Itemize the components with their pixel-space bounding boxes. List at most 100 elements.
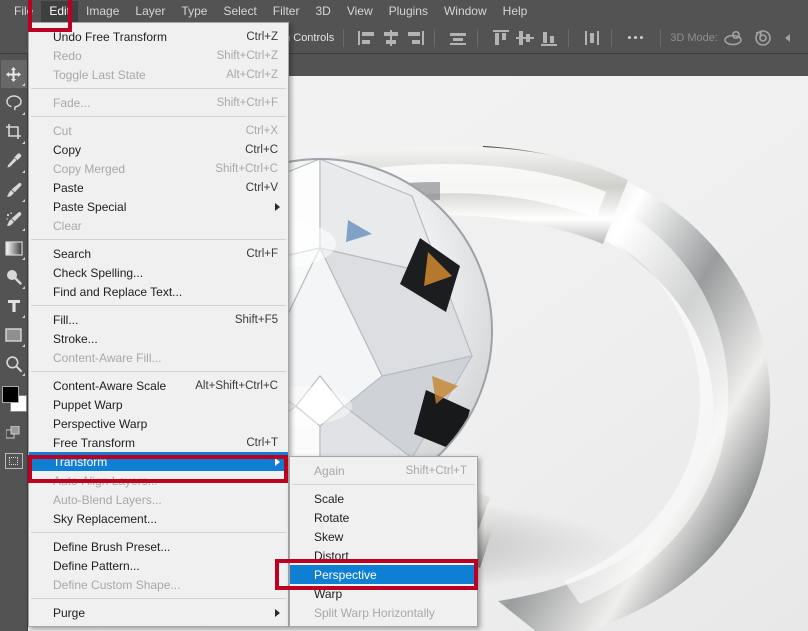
transform-item-again: Again Shift+Ctrl+T — [290, 461, 477, 480]
tool-corner-indicator — [21, 286, 25, 289]
menu-item-shortcut: Ctrl+T — [246, 436, 278, 449]
align-horizontal-centers-icon[interactable] — [381, 29, 399, 47]
align-right-edges-icon[interactable] — [405, 29, 425, 47]
edit-dropdown-menu[interactable]: Undo Free Transform Ctrl+Z Redo Shift+Ctrl+… — [28, 22, 289, 627]
type-tool[interactable] — [1, 292, 27, 320]
align-bottom-edges-icon[interactable] — [539, 29, 557, 47]
edit-menu-item-check-spelling[interactable]: Check Spelling... — [29, 263, 288, 282]
transform-item-rotate[interactable]: Rotate — [290, 508, 477, 527]
menu-divider — [31, 239, 286, 240]
edit-menu-item-define-brush-preset[interactable]: Define Brush Preset... — [29, 537, 288, 556]
menu-divider — [31, 598, 286, 599]
menu-image[interactable]: Image — [78, 1, 127, 22]
quick-mask-icon[interactable] — [1, 450, 27, 472]
edit-menu-item-define-custom-shape: Define Custom Shape... — [29, 575, 288, 594]
menu-item-label: Search — [53, 246, 92, 261]
lasso-tool[interactable] — [1, 89, 27, 117]
transform-item-skew[interactable]: Skew — [290, 527, 477, 546]
distribute-vertically-icon[interactable] — [582, 29, 599, 47]
transform-item-perspective[interactable]: Perspective — [290, 565, 477, 584]
tool-corner-indicator — [21, 228, 25, 231]
edit-menu-item-stroke[interactable]: Stroke... — [29, 329, 288, 348]
menu-3d[interactable]: 3D — [307, 1, 338, 22]
menu-item-shortcut: Alt+Ctrl+Z — [226, 68, 278, 81]
menu-bar[interactable]: File Edit Image Layer Type Select Filter… — [0, 0, 808, 22]
edit-menu-item-fill[interactable]: Fill... Shift+F5 — [29, 310, 288, 329]
edit-menu-item-free-transform[interactable]: Free Transform Ctrl+T — [29, 433, 288, 452]
edit-menu-item-purge[interactable]: Purge — [29, 603, 288, 622]
distribute-horizontally-icon[interactable] — [448, 29, 466, 47]
menu-item-label: Find and Replace Text... — [53, 284, 183, 299]
edit-menu-item-paste-special[interactable]: Paste Special — [29, 197, 288, 216]
edit-menu-item-paste[interactable]: Paste Ctrl+V — [29, 178, 288, 197]
tool-corner-indicator — [21, 83, 25, 86]
rectangle-tool[interactable] — [1, 321, 27, 349]
move-tool[interactable] — [0, 60, 27, 88]
edit-menu-item-search[interactable]: Search Ctrl+F — [29, 244, 288, 263]
clone-stamp-tool[interactable] — [1, 205, 27, 233]
align-top-edges-icon[interactable] — [491, 29, 509, 47]
pan-3d-icon[interactable] — [783, 29, 803, 47]
foreground-color-swatch[interactable] — [1, 386, 19, 403]
edit-menu-item-define-pattern[interactable]: Define Pattern... — [29, 556, 288, 575]
menu-item-shortcut: Shift+Ctrl+T — [405, 464, 467, 477]
menu-type[interactable]: Type — [173, 1, 215, 22]
menu-filter[interactable]: Filter — [265, 1, 308, 22]
edit-menu-item-copy[interactable]: Copy Ctrl+C — [29, 140, 288, 159]
edit-menu-item-sky-replacement[interactable]: Sky Replacement... — [29, 509, 288, 528]
align-left-edges-icon[interactable] — [357, 29, 375, 47]
rotate-3d-icon[interactable] — [723, 29, 743, 47]
dodge-tool[interactable] — [1, 263, 27, 291]
align-vertical-centers-icon[interactable] — [515, 29, 534, 47]
menu-item-label: Fill... — [53, 312, 79, 327]
menu-item-label: Content-Aware Fill... — [53, 350, 162, 365]
edit-menu-item-clear: Clear — [29, 216, 288, 235]
menu-item-shortcut: Shift+Ctrl+F — [216, 96, 278, 109]
submenu-arrow-icon — [275, 202, 280, 211]
menu-item-shortcut: Shift+Ctrl+Z — [216, 49, 278, 62]
edit-menu-item-find-and-replace-text[interactable]: Find and Replace Text... — [29, 282, 288, 301]
tools-panel[interactable] — [0, 54, 28, 631]
tool-corner-indicator — [21, 373, 25, 376]
crop-tool[interactable] — [1, 118, 27, 146]
menu-item-label: Define Custom Shape... — [53, 577, 181, 592]
transform-submenu[interactable]: Again Shift+Ctrl+T Scale Rotate Skew Distort P… — [289, 456, 478, 627]
edit-menu-item-content-aware-scale[interactable]: Content-Aware Scale Alt+Shift+Ctrl+C — [29, 376, 288, 395]
edit-menu-item-puppet-warp[interactable]: Puppet Warp — [29, 395, 288, 414]
tool-corner-indicator — [21, 257, 25, 260]
edit-menu-item-transform[interactable]: Transform — [29, 452, 288, 471]
menu-help[interactable]: Help — [495, 1, 536, 22]
menu-item-label: Perspective — [314, 567, 377, 582]
color-swatches[interactable] — [1, 386, 27, 416]
menu-item-label: Clear — [53, 218, 82, 233]
gradient-tool[interactable] — [1, 234, 27, 262]
menu-divider — [31, 88, 286, 89]
tool-corner-indicator — [21, 344, 25, 347]
roll-3d-icon[interactable] — [753, 29, 773, 47]
menu-item-label: Paste — [53, 180, 84, 195]
transform-item-scale[interactable]: Scale — [290, 489, 477, 508]
edit-menu-item-perspective-warp[interactable]: Perspective Warp — [29, 414, 288, 433]
menu-edit[interactable]: Edit — [41, 0, 79, 22]
menu-item-shortcut: Ctrl+C — [245, 143, 278, 156]
transform-item-warp[interactable]: Warp — [290, 584, 477, 603]
divider — [660, 28, 662, 47]
eyedropper-tool[interactable] — [1, 147, 27, 175]
transform-item-distort[interactable]: Distort — [290, 546, 477, 565]
default-colors-icon[interactable] — [1, 422, 27, 444]
edit-menu-item-fade: Fade... Shift+Ctrl+F — [29, 93, 288, 112]
menu-file[interactable]: File — [6, 1, 41, 22]
menu-window[interactable]: Window — [436, 1, 495, 22]
divider — [610, 28, 612, 47]
edit-menu-item-undo-free-transform[interactable]: Undo Free Transform Ctrl+Z — [29, 27, 288, 46]
menu-item-shortcut: Ctrl+X — [245, 124, 278, 137]
more-options-icon[interactable] — [628, 36, 644, 39]
menu-select[interactable]: Select — [215, 1, 264, 22]
menu-divider — [31, 532, 286, 533]
menu-item-label: Puppet Warp — [53, 397, 123, 412]
menu-layer[interactable]: Layer — [127, 1, 173, 22]
zoom-tool[interactable] — [1, 350, 27, 378]
brush-tool[interactable] — [1, 176, 27, 204]
menu-view[interactable]: View — [339, 1, 381, 22]
menu-plugins[interactable]: Plugins — [381, 1, 436, 22]
